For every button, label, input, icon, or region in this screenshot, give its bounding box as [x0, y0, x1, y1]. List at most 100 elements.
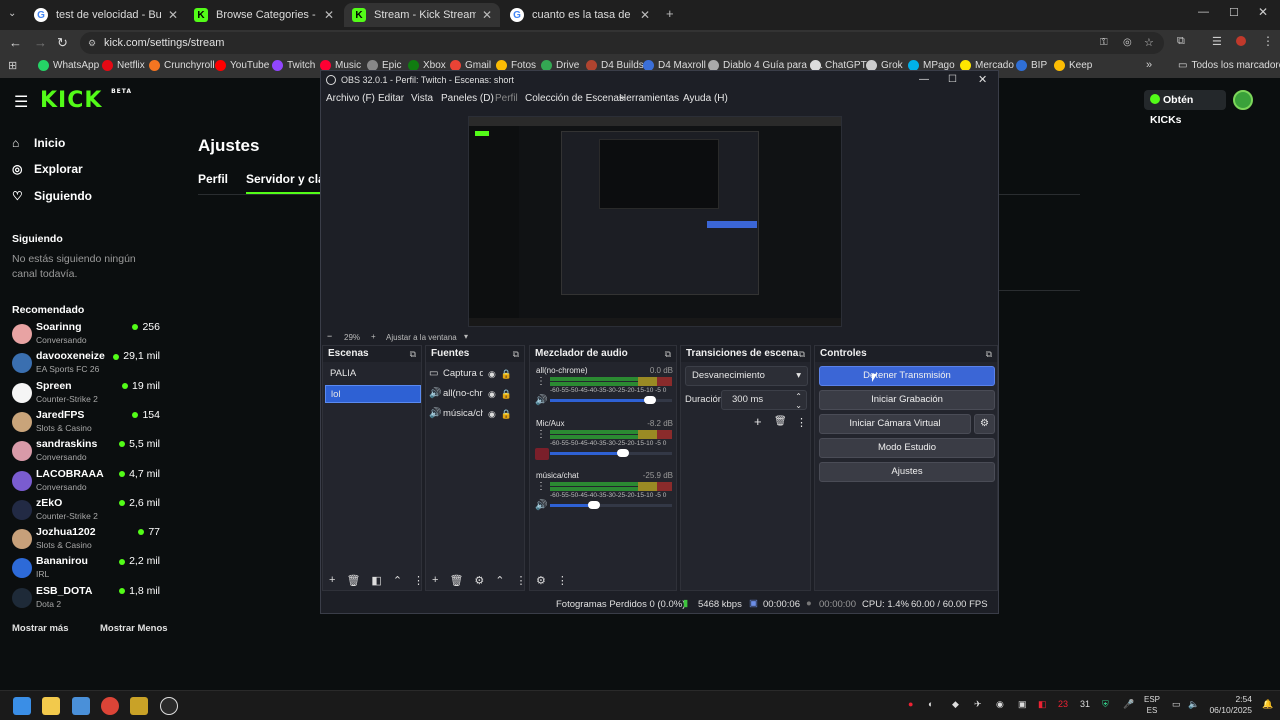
transition-select[interactable]: Desvanecimiento ▾: [685, 366, 808, 386]
bookmark-youtube[interactable]: YouTube: [215, 60, 269, 71]
bookmark-bip[interactable]: BIP: [1016, 60, 1047, 71]
steam-icon[interactable]: ◐: [928, 699, 933, 709]
bookmark-twitch[interactable]: Twitch: [272, 60, 315, 71]
network-icon[interactable]: ▭: [1172, 699, 1181, 710]
tab-server-key[interactable]: Servidor y clav: [246, 172, 331, 186]
channel-menu-icon[interactable]: ⋮: [536, 481, 546, 492]
maximize-icon[interactable]: ☐: [948, 71, 957, 89]
recommended-channel[interactable]: davooxeneize EA Sports FC 26 29,1 mil: [12, 350, 160, 378]
source-item-music-chat[interactable]: 🔊 música/ch ◉ 🔒: [429, 405, 521, 423]
popout-icon[interactable]: ⧉: [410, 346, 416, 362]
move-up-icon[interactable]: ⌃: [495, 574, 504, 587]
tab-1[interactable]: G test de velocidad - Buscar con G ✕: [26, 3, 186, 27]
shield-icon[interactable]: ⛨: [1102, 699, 1109, 710]
trash-icon[interactable]: 🗑: [346, 574, 360, 587]
more-icon[interactable]: ⋮: [557, 574, 568, 587]
volume-slider[interactable]: [550, 501, 672, 509]
slider-handle[interactable]: [617, 448, 630, 457]
menu-coleccion[interactable]: Colección de Escenas: [525, 93, 624, 104]
recommended-channel[interactable]: JaredFPS Slots & Casino 154: [12, 409, 160, 437]
recommended-channel[interactable]: ESB_DOTA Dota 2 1,8 mil: [12, 585, 160, 613]
bookmark-netflix[interactable]: Netflix: [102, 60, 145, 71]
forward-icon[interactable]: →: [34, 35, 47, 50]
password-icon[interactable]: ⚿: [1100, 32, 1108, 54]
volume-icon[interactable]: 🔈: [1188, 699, 1199, 710]
more-icon[interactable]: ⋮: [796, 416, 807, 429]
menu-perfil[interactable]: Perfil: [495, 93, 518, 104]
stepper-down-icon[interactable]: ⌄: [795, 397, 802, 415]
muted-speaker-icon[interactable]: [535, 447, 549, 460]
minimize-icon[interactable]: —: [1198, 6, 1209, 18]
notification-bell-icon[interactable]: 🔔: [1262, 699, 1273, 710]
more-icon[interactable]: ⋮: [413, 574, 424, 587]
slider-handle[interactable]: [587, 501, 600, 509]
star-icon[interactable]: ☆: [1144, 32, 1154, 54]
add-icon[interactable]: +: [432, 574, 438, 586]
menu-herramientas[interactable]: Herramientas: [619, 93, 679, 104]
volume-slider[interactable]: [550, 448, 672, 457]
all-bookmarks-folder[interactable]: ▭ Todos los marcadores: [1178, 60, 1280, 71]
settings-button[interactable]: Ajustes: [819, 462, 995, 482]
tray-app-icon[interactable]: ✈: [974, 699, 982, 710]
tab-4[interactable]: G cuanto es la tasa de bits recom ✕: [502, 3, 658, 27]
bookmark-keep[interactable]: Keep: [1054, 60, 1092, 71]
move-up-icon[interactable]: ⌃: [393, 574, 402, 587]
new-tab-icon[interactable]: +: [666, 6, 674, 21]
lock-icon[interactable]: 🔒: [501, 405, 512, 423]
slider-handle[interactable]: [644, 396, 657, 404]
site-info-icon[interactable]: ⚙: [88, 32, 96, 54]
close-icon[interactable]: ✕: [482, 8, 492, 22]
tray-badge[interactable]: 31: [1080, 699, 1090, 709]
fit-to-window[interactable]: Ajustar a la ventana: [386, 333, 457, 342]
menu-paneles[interactable]: Paneles (D): [441, 93, 494, 104]
tray-app-icon[interactable]: ▣: [1018, 699, 1027, 710]
popout-icon[interactable]: ⧉: [986, 346, 992, 362]
recommended-channel[interactable]: Soarinng Conversando 256: [12, 321, 160, 349]
preview-canvas[interactable]: [468, 116, 842, 327]
chrome-icon[interactable]: [101, 697, 119, 715]
obs-taskbar-icon[interactable]: [160, 697, 178, 715]
tray-app-icon[interactable]: ◉: [996, 699, 1004, 710]
menu-ayuda[interactable]: Ayuda (H): [683, 93, 728, 104]
notepad-icon[interactable]: [72, 697, 90, 715]
studio-mode-button[interactable]: Modo Estudio: [819, 438, 995, 458]
tray-record-icon[interactable]: ●: [908, 699, 913, 709]
close-icon[interactable]: ✕: [640, 8, 650, 22]
nav-following[interactable]: ♡ Siguiendo: [12, 189, 92, 203]
language-indicator[interactable]: ESP ES: [1144, 694, 1160, 716]
file-explorer-icon[interactable]: [42, 697, 60, 715]
recommended-channel[interactable]: sandraskins Conversando 5,5 mil: [12, 438, 160, 466]
extensions-icon[interactable]: ⧉: [1177, 35, 1185, 48]
more-menu-icon[interactable]: ⋮: [1262, 34, 1274, 48]
kick-logo[interactable]: KICK BETA: [40, 88, 132, 113]
reload-icon[interactable]: ↻: [57, 35, 68, 51]
add-icon[interactable]: +: [329, 574, 335, 586]
duration-spinbox[interactable]: 300 ms ⌃ ⌄: [721, 390, 807, 410]
hamburger-menu-icon[interactable]: ☰: [14, 92, 28, 112]
channel-menu-icon[interactable]: ⋮: [536, 429, 546, 440]
reading-list-icon[interactable]: ☰: [1212, 35, 1222, 48]
address-bar[interactable]: ⚙ kick.com/settings/stream ⚿ ◎ ☆: [80, 32, 1164, 54]
bookmark-crunchyroll[interactable]: Crunchyroll: [149, 60, 215, 71]
user-avatar[interactable]: [1233, 90, 1253, 110]
zoom-in-icon[interactable]: +: [371, 332, 376, 341]
volume-slider[interactable]: [550, 396, 672, 404]
more-bookmarks-icon[interactable]: »: [1146, 59, 1152, 71]
apps-icon[interactable]: ⊞: [8, 59, 17, 72]
zoom-out-icon[interactable]: −: [327, 332, 332, 341]
nav-home[interactable]: ⌂ Inicio: [12, 136, 65, 150]
tab-search-icon[interactable]: ⌄: [8, 8, 16, 19]
tray-app-icon[interactable]: ◧: [1038, 699, 1047, 710]
more-icon[interactable]: ⋮: [516, 574, 527, 587]
windows-start-icon[interactable]: [13, 697, 31, 715]
eye-off-icon[interactable]: ◎: [1123, 32, 1132, 54]
chevron-down-icon[interactable]: ▾: [464, 332, 468, 341]
lock-icon[interactable]: 🔒: [501, 385, 512, 403]
popout-icon[interactable]: ⧉: [799, 346, 805, 362]
nav-explore[interactable]: ◎ Explorar: [12, 162, 83, 176]
add-transition-icon[interactable]: +: [754, 414, 762, 429]
popout-icon[interactable]: ⧉: [513, 346, 519, 362]
profile-icon[interactable]: [1236, 36, 1246, 46]
virtual-camera-settings-icon[interactable]: ⚙: [974, 414, 995, 434]
tray-app-icon[interactable]: ◆: [952, 699, 959, 710]
